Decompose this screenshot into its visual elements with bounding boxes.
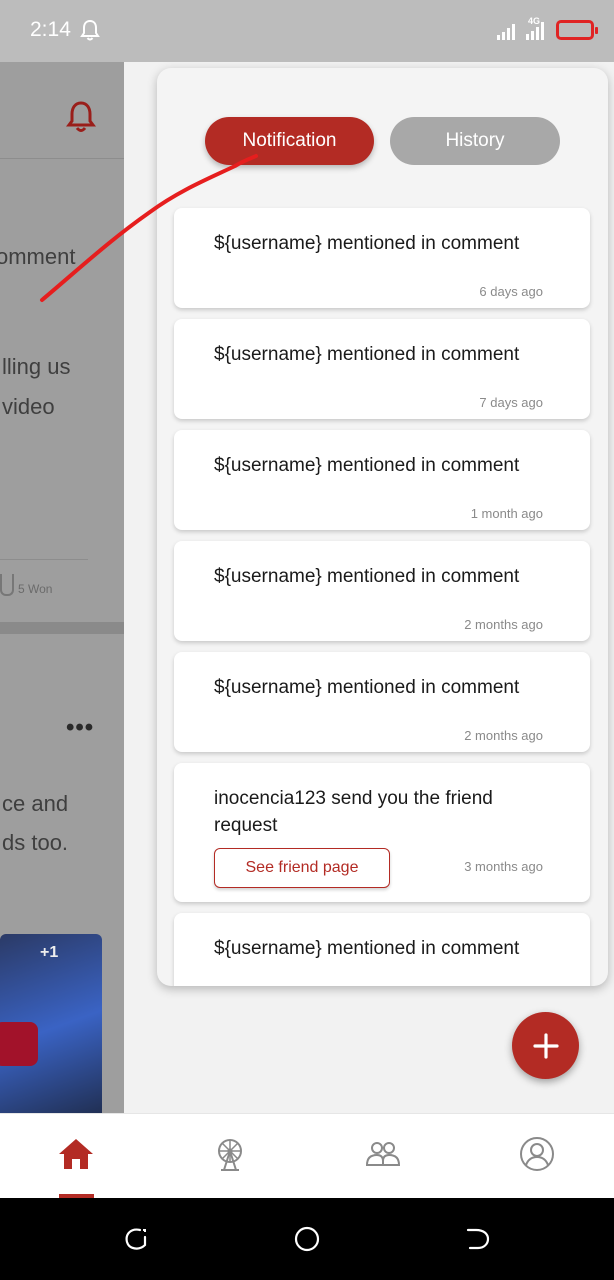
bg-text-comment: omment [0, 244, 76, 269]
notification-card[interactable]: ${username} mentioned in comment 6 days … [174, 208, 590, 308]
friend-request-card[interactable]: inocencia123 send you the friend request… [174, 763, 590, 902]
notification-card[interactable]: ${username} mentioned in comment 2 month… [174, 652, 590, 752]
battery-icon [556, 20, 598, 40]
nav-home[interactable] [56, 1134, 96, 1174]
notification-title: inocencia123 send you the friend request [214, 788, 493, 836]
bg-text-take: ce and [2, 791, 69, 816]
bottom-nav [0, 1113, 614, 1199]
notification-time: 3 months ago [464, 859, 543, 874]
more-options-icon: ••• [66, 714, 95, 741]
ferris-wheel-icon [218, 1139, 242, 1171]
plus-icon [532, 1032, 559, 1059]
home-icon [59, 1139, 93, 1169]
post-thumbnail: +1 [0, 934, 102, 1113]
profile-icon [520, 1137, 554, 1171]
notification-title: ${username} mentioned in comment [214, 677, 520, 698]
notification-time: 2 months ago [464, 617, 543, 632]
notification-card[interactable]: ${username} mentioned in comment 1 month… [174, 430, 590, 530]
home-button-icon[interactable] [294, 1226, 320, 1252]
trophy-icon [0, 574, 14, 596]
notification-title: ${username} mentioned in comment [214, 233, 520, 254]
back-icon[interactable] [464, 1226, 490, 1252]
background-feed: omment lling us video 5 Won ••• ce and d… [0, 62, 124, 1113]
notification-time: 7 days ago [479, 395, 543, 410]
notification-time: 6 days ago [479, 284, 543, 299]
notification-card[interactable]: ${username} mentioned in comment 7 days … [174, 319, 590, 419]
app-icon [0, 1022, 38, 1066]
notification-card[interactable]: ${username} mentioned in comment [174, 913, 590, 986]
thumbnail-badge: +1 [40, 944, 59, 961]
notification-title: ${username} mentioned in comment [214, 566, 520, 587]
status-time: 2:14 [30, 18, 71, 41]
won-count: 5 Won [18, 582, 53, 596]
divider [0, 158, 124, 159]
notification-card[interactable]: ${username} mentioned in comment 2 month… [174, 541, 590, 641]
signal-icon [497, 24, 515, 40]
notification-title: ${username} mentioned in comment [214, 938, 520, 959]
add-button[interactable] [512, 1012, 579, 1079]
divider [0, 559, 88, 560]
bg-text-telling: lling us [2, 354, 71, 379]
nav-explore[interactable] [210, 1134, 250, 1174]
tab-notification[interactable]: Notification [205, 117, 374, 165]
system-nav-bar [0, 1198, 614, 1280]
notification-panel: Notification History ${username} mention… [157, 68, 608, 986]
see-friend-page-button[interactable]: See friend page [214, 848, 390, 888]
people-icon [366, 1142, 400, 1166]
bell-icon [66, 101, 96, 132]
status-bar: 2:14 4G [0, 0, 614, 62]
bg-text-friends: ds too. [2, 830, 69, 855]
notification-bell-icon [80, 19, 100, 41]
notification-title: ${username} mentioned in comment [214, 344, 520, 365]
recent-apps-icon[interactable] [123, 1226, 149, 1252]
bg-text-video: video [2, 394, 55, 419]
notification-title: ${username} mentioned in comment [214, 455, 520, 476]
notification-time: 1 month ago [470, 506, 543, 521]
section-separator [0, 622, 124, 634]
nav-profile[interactable] [517, 1134, 557, 1174]
nav-friends[interactable] [363, 1134, 403, 1174]
signal-icon-2 [526, 22, 544, 40]
notification-time: 2 months ago [464, 728, 543, 743]
tab-history[interactable]: History [390, 117, 560, 165]
